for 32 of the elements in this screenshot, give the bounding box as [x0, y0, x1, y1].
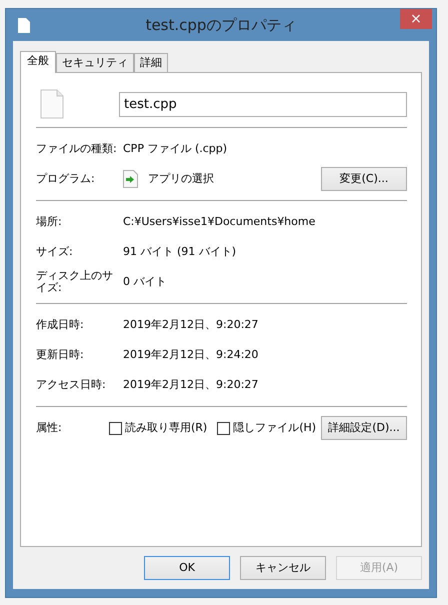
dialog-button[interactable]: キャンセル [240, 556, 326, 580]
field-value: 0 バイト [123, 274, 166, 290]
field-value: 2019年2月12日、9:20:27 [123, 376, 258, 393]
tab[interactable]: 全般 [20, 51, 56, 73]
field-label: ディスク上のサイズ: [36, 270, 114, 294]
app-icon [123, 170, 138, 188]
tab[interactable]: セキュリティ [56, 53, 134, 72]
checkbox[interactable]: 隠しファイル(H) [217, 420, 316, 436]
advanced-button[interactable]: 詳細設定(D)... [321, 416, 407, 440]
field-label: プログラム: [36, 170, 96, 187]
file-icon [18, 18, 30, 33]
dialog-button[interactable]: OK [144, 556, 230, 580]
file-name-field[interactable]: test.cpp [119, 92, 407, 116]
field-value: 2019年2月12日、9:24:20 [123, 346, 258, 363]
checkbox[interactable]: 読み取り専用(R) [109, 420, 208, 436]
close-button[interactable]: × [400, 9, 432, 29]
field-label: ファイルの種類: [36, 140, 118, 157]
field-label: 属性: [36, 420, 63, 436]
tab[interactable]: 詳細 [134, 53, 168, 72]
field-value: CPP ファイル (.cpp) [123, 140, 228, 157]
file-icon [40, 89, 64, 119]
field-value: 2019年2月12日、9:20:27 [123, 316, 258, 333]
window-title: test.cppのプロパティ [146, 15, 296, 36]
field-label: 更新日時: [36, 346, 85, 363]
field-label: 作成日時: [36, 316, 85, 333]
program-value: アプリの選択 [148, 170, 214, 187]
field-label: アクセス日時: [36, 376, 107, 393]
field-label: 場所: [36, 214, 63, 230]
field-value: C:¥Users¥isse1¥Documents¥home [123, 214, 316, 230]
change-button[interactable]: 変更(C)... [321, 167, 407, 191]
field-value: 91 バイト (91 バイト) [123, 244, 236, 260]
field-label: サイズ: [36, 244, 74, 260]
